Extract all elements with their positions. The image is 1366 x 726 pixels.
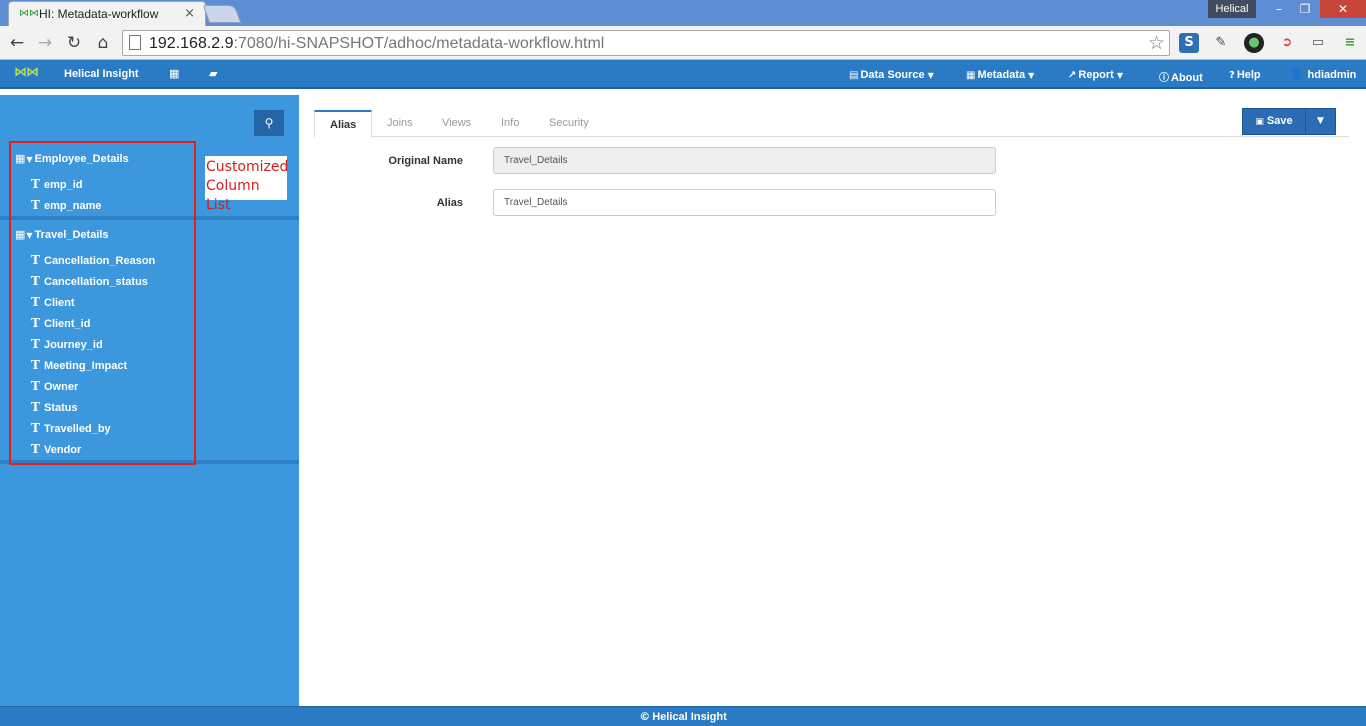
caret-down-icon: ▼ bbox=[1317, 116, 1324, 126]
main-panel: Alias Joins Views Info Security ▣ Save ▼ … bbox=[299, 95, 1366, 706]
nav-help[interactable]: ? Help bbox=[1229, 69, 1261, 81]
nav-about[interactable]: ⓘ About bbox=[1159, 69, 1203, 84]
eyedropper-icon[interactable]: ✎ bbox=[1211, 33, 1231, 53]
nav-user[interactable]: 👤 hdiadmin bbox=[1290, 69, 1356, 81]
browser-toolbar: ← → ↻ ⌂ 192.168.2.9:7080/hi-SNAPSHOT/adh… bbox=[0, 26, 1366, 60]
save-button-label: Save bbox=[1266, 115, 1293, 127]
save-button[interactable]: ▣ Save bbox=[1242, 108, 1306, 135]
minimize-icon[interactable]: – bbox=[1266, 0, 1292, 18]
bookmark-star-icon[interactable]: ☆ bbox=[1148, 32, 1165, 54]
app-brand[interactable]: Helical Insight bbox=[64, 68, 139, 80]
back-arrow-icon[interactable]: ← bbox=[6, 32, 28, 54]
menu-icon[interactable]: ≡ bbox=[1340, 33, 1360, 53]
close-tab-icon[interactable]: × bbox=[184, 6, 195, 21]
app-footer: © Helical Insight bbox=[0, 706, 1366, 726]
info-circle-icon: ⓘ bbox=[1159, 73, 1169, 84]
search-button[interactable]: ⚲ bbox=[254, 110, 284, 136]
forward-arrow-icon[interactable]: → bbox=[34, 32, 56, 54]
original-name-field[interactable] bbox=[493, 147, 996, 174]
nav-metadata-label: Metadata bbox=[977, 69, 1026, 81]
annotation-highlight-box bbox=[9, 141, 196, 465]
address-bar[interactable]: 192.168.2.9:7080/hi-SNAPSHOT/adhoc/metad… bbox=[122, 30, 1170, 56]
floppy-disk-icon: ▣ bbox=[1255, 117, 1264, 127]
dna-logo-icon: ⋈⋈ bbox=[19, 8, 39, 19]
question-icon: ? bbox=[1229, 70, 1235, 81]
restore-icon[interactable]: ❐ bbox=[1292, 0, 1318, 18]
extension-red-icon[interactable]: ➲ bbox=[1277, 33, 1297, 53]
nav-help-label: Help bbox=[1236, 69, 1261, 81]
metadata-tabs: Alias Joins Views Info Security bbox=[314, 110, 1349, 138]
nav-about-label: About bbox=[1171, 72, 1203, 84]
annotation-line: Column List bbox=[206, 178, 260, 213]
tab-alias[interactable]: Alias bbox=[314, 110, 372, 138]
tab-info[interactable]: Info bbox=[486, 110, 534, 137]
browser-titlebar: ⋈⋈ HI: Metadata-workflow × Helical – ❐ ✕ bbox=[0, 0, 1366, 26]
alias-label: Alias bbox=[436, 197, 463, 209]
extension-circle-icon[interactable]: ● bbox=[1244, 33, 1264, 53]
database-icon: ▤ bbox=[849, 70, 859, 81]
nav-data-source-label: Data Source bbox=[860, 69, 925, 81]
grid-icon[interactable]: ▦ bbox=[169, 67, 179, 80]
footer-text: Helical Insight bbox=[652, 711, 727, 723]
alias-field[interactable] bbox=[493, 189, 996, 216]
copyright-icon: © bbox=[639, 710, 651, 723]
user-icon: 👤 bbox=[1290, 70, 1303, 81]
metadata-sidebar: ⚲ ▦▼ Employee_Details Temp_id Temp_name ▦… bbox=[0, 95, 299, 706]
save-dropdown-toggle[interactable]: ▼ bbox=[1305, 108, 1336, 135]
caret-down-icon: ▼ bbox=[1116, 71, 1123, 80]
nav-data-source[interactable]: ▤ Data Source ▼ bbox=[849, 69, 934, 81]
search-icon: ⚲ bbox=[264, 116, 274, 130]
nav-user-label: hdiadmin bbox=[1307, 69, 1357, 81]
url-path: :7080/hi-SNAPSHOT/adhoc/metadata-workflo… bbox=[233, 35, 605, 52]
browser-tab-title: HI: Metadata-workflow bbox=[39, 7, 159, 21]
nav-report[interactable]: ↗ Report ▼ bbox=[1068, 69, 1123, 81]
new-tab-button[interactable] bbox=[202, 5, 242, 23]
original-name-label: Original Name bbox=[388, 155, 463, 167]
profile-badge[interactable]: Helical bbox=[1208, 0, 1256, 18]
url-host: 192.168.2.9 bbox=[149, 35, 234, 52]
tab-views[interactable]: Views bbox=[427, 110, 486, 137]
helical-logo-icon[interactable]: ⋈⋈ bbox=[14, 65, 39, 80]
page-icon bbox=[129, 35, 141, 50]
line-chart-icon: ↗ bbox=[1068, 70, 1077, 81]
extension-s-icon[interactable]: S bbox=[1179, 33, 1199, 53]
folder-open-icon[interactable]: ▰ bbox=[209, 67, 217, 80]
reload-icon[interactable]: ↻ bbox=[63, 32, 85, 54]
home-icon[interactable]: ⌂ bbox=[92, 32, 114, 54]
tab-security[interactable]: Security bbox=[534, 110, 604, 137]
tab-joins[interactable]: Joins bbox=[372, 110, 428, 137]
caret-down-icon: ▼ bbox=[927, 71, 934, 80]
annotation-note: Customized Column List bbox=[205, 156, 289, 213]
caret-down-icon: ▼ bbox=[1028, 71, 1035, 80]
url-text[interactable]: 192.168.2.9:7080/hi-SNAPSHOT/adhoc/metad… bbox=[149, 35, 604, 53]
close-window-icon[interactable]: ✕ bbox=[1320, 0, 1366, 18]
browser-tab[interactable]: ⋈⋈ HI: Metadata-workflow × bbox=[8, 1, 206, 26]
annotation-line: Customized bbox=[206, 159, 289, 175]
nav-report-label: Report bbox=[1078, 69, 1114, 81]
table-icon: ▦ bbox=[966, 70, 976, 81]
cast-icon[interactable]: ▭ bbox=[1308, 33, 1328, 53]
nav-metadata[interactable]: ▦ Metadata ▼ bbox=[966, 69, 1034, 81]
app-navbar: ⋈⋈ Helical Insight ▦ ▰ ▤ Data Source ▼ ▦ Me… bbox=[0, 60, 1366, 89]
